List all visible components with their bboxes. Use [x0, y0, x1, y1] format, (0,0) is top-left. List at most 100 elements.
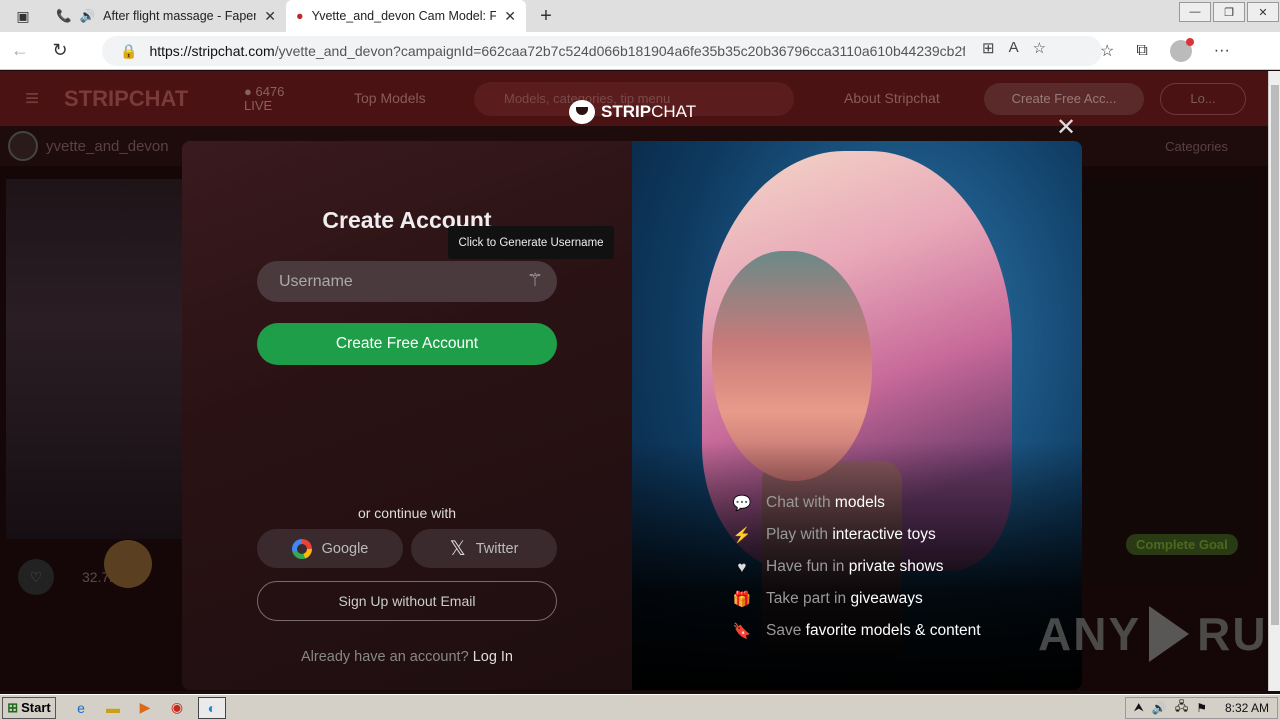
x-icon: 𝕏	[449, 538, 466, 560]
likes-area: ♡ 32.7k	[18, 559, 116, 595]
already-account: Already have an account? Log In	[182, 649, 632, 665]
promo-panel: 💬 Chat with models ⚡ Play with interactive…	[632, 141, 1082, 690]
url-action-icons: ⊞ A ☆	[982, 39, 1046, 57]
live-count: 6476	[255, 83, 285, 99]
feature-text: Save	[766, 622, 806, 639]
tab-close-icon[interactable]: ✕	[264, 8, 276, 25]
start-label: Start	[21, 700, 51, 715]
or-continue-label: or continue with	[357, 505, 457, 521]
lock-icon[interactable]: 🔒	[120, 43, 137, 60]
twitter-button[interactable]: 𝕏 Twitter	[411, 529, 557, 568]
already-label: Already have an account?	[300, 649, 469, 665]
goal-badge: Complete Goal	[1126, 534, 1238, 555]
profile-avatar[interactable]	[1169, 38, 1194, 62]
create-free-account-button[interactable]: Create Free Account	[257, 323, 557, 365]
favorites-icon[interactable]: ☆	[1100, 41, 1114, 61]
volume-icon[interactable]: 🔊	[1152, 701, 1167, 715]
flag-icon[interactable]: ⚑	[1196, 701, 1207, 715]
vertical-scrollbar[interactable]	[1268, 71, 1280, 691]
tab-close-icon[interactable]: ✕	[504, 8, 516, 25]
window-menu-icon[interactable]: ▣	[0, 0, 46, 32]
window-controls: — ❐ ✕	[1178, 0, 1280, 32]
video-stream[interactable]	[6, 179, 182, 539]
sign-up-without-email-button[interactable]: Sign Up without Email	[257, 581, 557, 621]
magic-wand-icon[interactable]: ⚚	[527, 270, 543, 291]
hamburger-icon[interactable]: ≡	[0, 85, 64, 113]
google-icon	[291, 538, 312, 559]
read-aloud-icon[interactable]: A	[1009, 39, 1019, 57]
feature-text: Take part in	[766, 590, 851, 607]
categories-link[interactable]: Categories	[1165, 139, 1228, 154]
restore-icon[interactable]: ❐	[1213, 2, 1245, 22]
feature-text: Have fun in	[766, 558, 849, 575]
browser-toolbar: ☆ ⧉ ···	[1100, 32, 1230, 70]
chrome-icon[interactable]: ◉	[166, 697, 188, 719]
feature-item: 🎁 Take part in giveaways	[732, 583, 981, 615]
apps-icon[interactable]: ⊞	[982, 39, 995, 57]
close-window-icon[interactable]: ✕	[1247, 2, 1279, 22]
url-field[interactable]: 🔒 https://stripchat.com /yvette_and_devo…	[102, 36, 1102, 66]
system-tray: ⮝ 🔊 🖧 ⚑ 8:32 AM	[1124, 696, 1278, 719]
username-input[interactable]	[279, 272, 509, 291]
feature-text: Play with	[766, 526, 833, 543]
model-avatar[interactable]	[8, 131, 38, 161]
feature-item: 🔖 Save favorite models & content	[732, 615, 981, 647]
reload-icon[interactable]: ↻	[40, 40, 80, 61]
windows-logo-icon: ⊞	[7, 699, 19, 715]
play-icon	[1149, 606, 1190, 662]
tab-stripchat[interactable]: ● Yvette_and_devon Cam Model: F ✕	[286, 0, 526, 32]
heart-icon: ♥	[737, 558, 747, 576]
folder-icon[interactable]: ▬	[102, 697, 124, 719]
taskbar: ⊞ Start e ▬ ▶ ◉ ◐ ⮝ 🔊 🖧 ⚑ 8:32 AM	[0, 694, 1280, 720]
toy-icon: ⚡	[732, 527, 752, 544]
scrollbar-thumb[interactable]	[1271, 85, 1279, 625]
feature-item: ♥ Have fun in private shows	[732, 551, 981, 583]
address-bar-row: ← ↻ 🔒 https://stripchat.com /yvette_and_…	[0, 32, 1280, 70]
feature-highlight: private shows	[848, 558, 944, 575]
speaker-icon[interactable]: 🔊	[80, 9, 96, 24]
bookmark-icon: 🔖	[732, 623, 752, 640]
collections-icon[interactable]: ⧉	[1136, 42, 1147, 60]
google-label: Google	[321, 540, 369, 557]
url-path: /yvette_and_devon?campaignId=662caa72b7c…	[274, 43, 965, 59]
modal-logo: STRIPCHAT	[569, 100, 696, 124]
cookie-icon	[104, 540, 152, 588]
phone-icon: 📞	[56, 8, 72, 23]
edge-icon[interactable]: ◐	[198, 696, 226, 719]
add-favorite-icon[interactable]: ☆	[1033, 39, 1046, 57]
like-heart-icon[interactable]: ♡	[18, 559, 54, 595]
tab-title: After flight massage - Faper	[103, 9, 257, 23]
back-icon[interactable]: ←	[0, 40, 40, 61]
top-models-link[interactable]: Top Models	[354, 91, 464, 106]
feature-item: 💬 Chat with models	[732, 487, 981, 519]
login-link[interactable]: Log In	[473, 649, 513, 665]
tab-title: Yvette_and_devon Cam Model: F	[311, 9, 497, 23]
feature-highlight: interactive toys	[832, 526, 936, 543]
network-icon[interactable]: 🖧	[1175, 697, 1188, 718]
generate-username-tooltip: Click to Generate Username	[448, 226, 614, 259]
google-button[interactable]: Google	[257, 529, 403, 568]
feature-list: 💬 Chat with models ⚡ Play with interactive…	[732, 487, 981, 647]
about-link[interactable]: About Stripchat	[844, 91, 984, 106]
browser-tab-bar: ▣ 📞 🔊 After flight massage - Faper ✕ ● Y…	[0, 0, 1280, 32]
model-name[interactable]: yvette_and_devon	[46, 138, 169, 155]
header-create-button[interactable]: Create Free Acc...	[984, 82, 1144, 115]
more-menu-icon[interactable]: ···	[1214, 42, 1230, 60]
start-button[interactable]: ⊞ Start	[2, 696, 56, 719]
signup-modal: Create Account ⚚ Click to Generate Usern…	[182, 141, 1082, 690]
feature-highlight: favorite models & content	[805, 622, 981, 639]
media-player-icon[interactable]: ▶	[134, 697, 156, 719]
ie-icon[interactable]: e	[70, 697, 92, 719]
modal-close-icon[interactable]: ✕	[1056, 113, 1076, 142]
site-logo[interactable]: STRIPCHAT	[64, 86, 244, 112]
tab-after-flight[interactable]: 📞 🔊 After flight massage - Faper ✕	[46, 0, 286, 32]
new-tab-button[interactable]: +	[526, 0, 566, 32]
header-login-button[interactable]: Lo...	[1160, 82, 1246, 115]
minimize-icon[interactable]: —	[1179, 2, 1211, 22]
watermark-left: ANY	[1038, 608, 1142, 660]
feature-highlight: giveaways	[850, 590, 923, 607]
quick-launch: e ▬ ▶ ◉ ◐	[70, 696, 226, 719]
tray-arrow-icon[interactable]: ⮝	[1134, 700, 1144, 715]
clock[interactable]: 8:32 AM	[1225, 701, 1269, 715]
username-field[interactable]: ⚚	[257, 261, 557, 302]
